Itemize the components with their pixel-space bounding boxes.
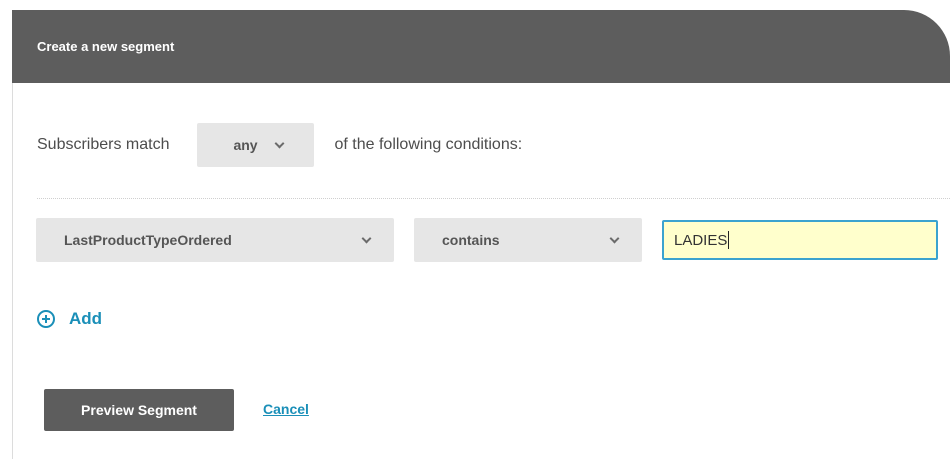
operator-select-value: contains (442, 232, 500, 248)
plus-circle-icon (37, 310, 55, 328)
cancel-link[interactable]: Cancel (263, 401, 309, 417)
chevron-down-icon (274, 138, 285, 148)
operator-select[interactable]: contains (414, 218, 642, 262)
segment-header: Create a new segment (12, 10, 950, 83)
add-condition-label: Add (69, 309, 103, 328)
page-title: Create a new segment (37, 39, 175, 54)
match-row: Subscribers match any of the following c… (37, 123, 522, 167)
condition-value-input[interactable]: LADIES (662, 220, 938, 260)
match-suffix-label: of the following conditions: (334, 136, 523, 153)
divider (37, 198, 950, 199)
condition-value-text: LADIES (674, 231, 728, 249)
preview-segment-button[interactable]: Preview Segment (44, 389, 234, 431)
chevron-down-icon (361, 233, 372, 243)
match-prefix-label: Subscribers match (37, 136, 170, 153)
field-select-value: LastProductTypeOrdered (64, 232, 232, 248)
text-caret (728, 231, 730, 249)
match-type-select[interactable]: any (196, 123, 314, 167)
add-condition-button[interactable]: Add (37, 309, 102, 329)
field-select[interactable]: LastProductTypeOrdered (36, 218, 394, 262)
chevron-down-icon (609, 233, 620, 243)
panel-border (12, 83, 13, 459)
match-type-value: any (233, 137, 258, 153)
